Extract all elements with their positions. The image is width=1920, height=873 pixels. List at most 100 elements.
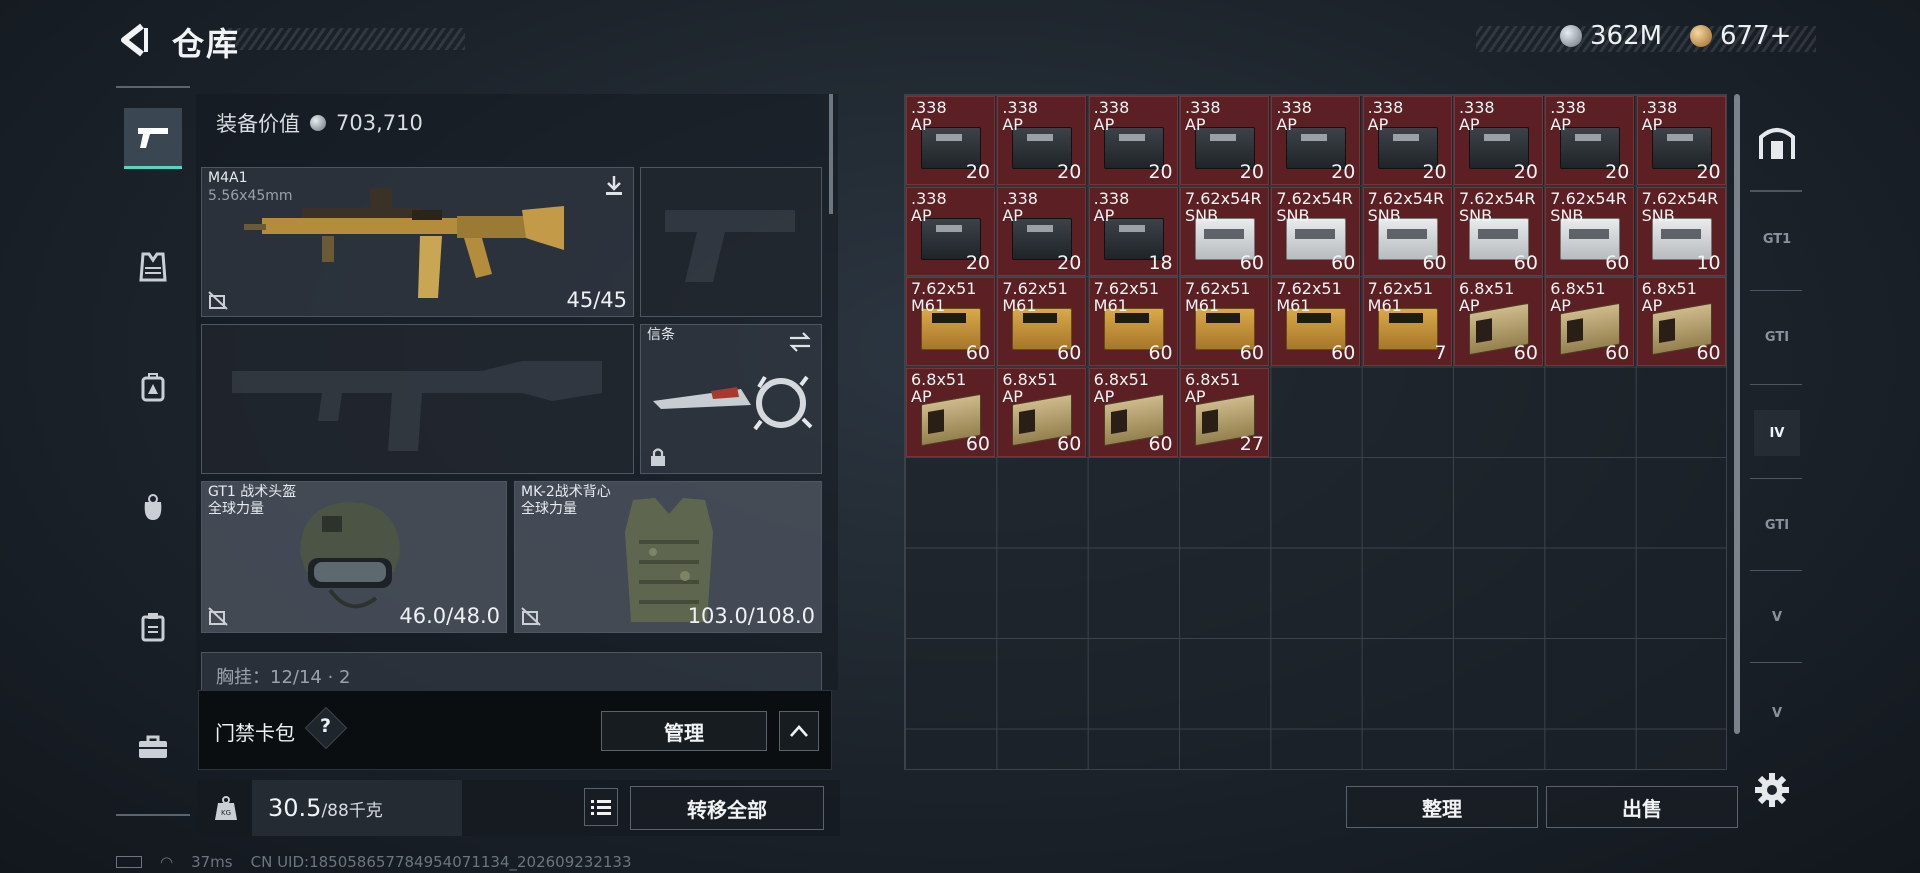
stash-item[interactable]: 6.8x51 AP 60 [997, 367, 1087, 457]
stash-item[interactable]: 6.8x51 AP 27 [1179, 367, 1269, 457]
melee-slot[interactable]: 信条 [640, 324, 822, 474]
stash-item[interactable]: 7.62x51 M61 60 [1088, 277, 1178, 366]
silver-coin-icon [1560, 25, 1582, 47]
helmet-slot[interactable]: GT1 战术头盔 全球力量 46.0/48.0 [201, 481, 507, 633]
home-vault-icon [1759, 128, 1795, 159]
helmet-durability: 46.0/48.0 [399, 604, 500, 628]
weight-icon-wrap: KG [204, 786, 248, 830]
silver-currency[interactable]: 362M [1560, 21, 1662, 51]
loadout-scrollbar[interactable] [829, 94, 833, 214]
stash-item-count: 60 [1057, 432, 1082, 455]
stash-item[interactable]: 6.8x51 AP 60 [1545, 277, 1635, 366]
stash-item[interactable]: 7.62x54R SNB 60 [1362, 186, 1452, 276]
stash-item[interactable]: .338 AP 20 [1636, 96, 1726, 185]
stash-item-count: 60 [1148, 342, 1173, 364]
stash-item[interactable]: .338 AP 20 [1453, 96, 1543, 185]
rail-home[interactable] [1754, 120, 1800, 166]
weight-max: /88千克 [321, 801, 383, 821]
nav-backpack[interactable] [124, 358, 182, 416]
gold-coin-icon [1690, 25, 1712, 47]
stash-scrollbar[interactable] [1734, 94, 1740, 734]
nav-weapons[interactable] [124, 108, 182, 169]
stash-item[interactable]: 7.62x51 M61 60 [997, 277, 1087, 366]
pistol-slot-empty[interactable] [640, 167, 822, 317]
sort-button[interactable]: 整理 [1346, 786, 1538, 828]
helmet-image [300, 502, 400, 609]
list-view-button[interactable] [584, 788, 618, 826]
swap-icon[interactable] [787, 331, 813, 353]
stash-item[interactable]: .338 AP 20 [1545, 96, 1635, 185]
stash-item-name: 7.62x54R SNB [1276, 188, 1353, 225]
stash-item[interactable]: 6.8x51 AP 60 [1636, 277, 1726, 366]
stash-item[interactable]: .338 AP 20 [997, 186, 1087, 276]
rail-page-3-active[interactable]: IV [1754, 410, 1800, 456]
stash-item-name: .338 AP [1184, 98, 1221, 134]
rail-page-3-label: IV [1769, 425, 1785, 441]
stash-item[interactable]: 7.62x54R SNB 60 [1453, 186, 1543, 276]
stash-item-name: 7.62x54R SNB [1184, 188, 1262, 225]
rail-page-6[interactable]: V [1754, 690, 1800, 736]
stash-item[interactable]: 7.62x54R SNB 10 [1636, 186, 1726, 276]
collapse-button[interactable] [779, 711, 819, 751]
stash-item[interactable]: 6.8x51 AP 60 [906, 367, 995, 457]
stash-item[interactable]: .338 AP 20 [906, 186, 995, 276]
silver-coin-icon [310, 115, 326, 131]
rail-page-1[interactable]: GT1 [1754, 216, 1800, 262]
rail-page-1-label: GT1 [1762, 231, 1792, 247]
stash-item[interactable]: 7.62x54R SNB 60 [1179, 186, 1269, 276]
knife-image [653, 375, 813, 431]
nav-armor[interactable] [124, 238, 182, 296]
chest-rig-slot[interactable]: 胸挂：12/14 · 2 [201, 652, 822, 692]
download-icon[interactable] [603, 174, 625, 196]
stash-item[interactable]: .338 AP 18 [1088, 186, 1178, 276]
sell-button[interactable]: 出售 [1546, 786, 1738, 828]
nav-bag[interactable] [124, 478, 182, 536]
stash-item[interactable]: 6.8x51 AP 60 [1088, 367, 1178, 457]
stash-item-name: 6.8x51 AP [1458, 279, 1515, 315]
rail-divider [1750, 478, 1802, 479]
stash-item[interactable]: 7.62x51 M61 60 [906, 277, 995, 366]
primary-weapon-slot[interactable]: M4A1 5.56x45mm 45/45 [201, 167, 634, 317]
stash-item[interactable]: .338 AP 20 [997, 96, 1087, 185]
stash-item-name: .338 AP [1276, 98, 1312, 134]
rail-page-4[interactable]: GTI [1754, 502, 1800, 548]
stash-page-rail: GT1 GTI IV GTI V V [1746, 94, 1802, 754]
stash-item[interactable]: 7.62x51 M61 7 [1362, 277, 1452, 366]
stash-item[interactable]: 7.62x51 M61 60 [1271, 277, 1361, 366]
rail-page-5[interactable]: V [1754, 594, 1800, 640]
stash-item-count: 27 [1239, 432, 1264, 455]
stash-item-name: 6.8x51 AP [1002, 369, 1058, 406]
stash-item-count: 60 [1331, 251, 1356, 274]
nav-toolbox[interactable] [124, 718, 182, 776]
back-arrow-icon[interactable] [116, 22, 152, 58]
stash-item-name: 6.8x51 AP [1550, 279, 1606, 315]
transfer-all-button[interactable]: 转移全部 [630, 786, 824, 830]
rail-page-2[interactable]: GTI [1754, 314, 1800, 360]
stash-item-count: 60 [1605, 251, 1630, 274]
stash-item[interactable]: 6.8x51 AP 60 [1453, 277, 1543, 366]
stash-item-name: 7.62x54R SNB [1367, 188, 1445, 225]
nav-clipboard[interactable] [124, 598, 182, 656]
stash-item[interactable]: .338 AP 20 [906, 96, 995, 185]
gold-currency[interactable]: 677+ [1690, 21, 1791, 51]
lock-icon [651, 448, 665, 466]
stash-item-name: .338 AP [1093, 188, 1130, 225]
secondary-weapon-slot-empty[interactable] [201, 324, 634, 474]
manage-button[interactable]: 管理 [601, 711, 767, 751]
stash-item[interactable]: 7.62x54R SNB 60 [1545, 186, 1635, 276]
stash-item[interactable]: .338 AP 20 [1362, 96, 1452, 185]
stash-grid[interactable]: .338 AP 20.338 AP 20.338 AP 20.338 AP 20.338… [904, 94, 1727, 770]
armor-slot[interactable]: MK-2战术背心 全球力量 103.0/108.0 [514, 481, 822, 633]
stash-item[interactable]: 7.62x51 M61 60 [1179, 277, 1269, 366]
stash-item[interactable]: 7.62x54R SNB 60 [1271, 186, 1361, 276]
stash-item-name: .338 AP [911, 188, 947, 225]
rail-divider [1750, 570, 1802, 571]
settings-gear-icon[interactable] [1754, 772, 1790, 808]
equipment-value: 装备价值 703,710 [216, 108, 423, 138]
stash-item[interactable]: .338 AP 20 [1271, 96, 1361, 185]
stash-item-name: 6.8x51 AP [1641, 279, 1697, 315]
stash-item-name: .338 AP [1093, 98, 1130, 134]
stash-item[interactable]: .338 AP 20 [1088, 96, 1178, 185]
stash-item[interactable]: .338 AP 20 [1179, 96, 1269, 185]
stash-item-count: 60 [1513, 251, 1538, 274]
